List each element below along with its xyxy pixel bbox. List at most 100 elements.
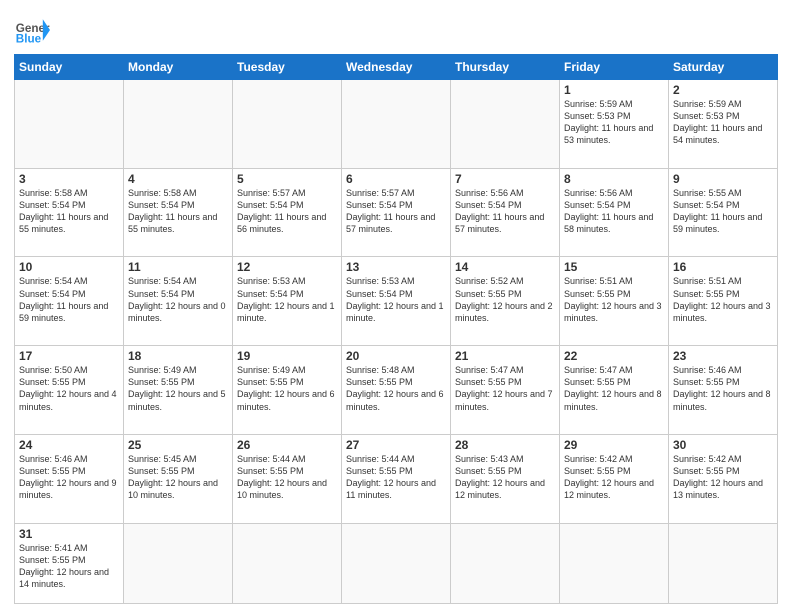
day-number: 24 [19, 438, 119, 452]
day-number: 11 [128, 260, 228, 274]
day-number: 5 [237, 172, 337, 186]
day-info: Sunrise: 5:42 AM Sunset: 5:55 PM Dayligh… [673, 453, 773, 502]
day-number: 30 [673, 438, 773, 452]
day-info: Sunrise: 5:59 AM Sunset: 5:53 PM Dayligh… [673, 98, 773, 147]
calendar-cell [451, 80, 560, 169]
calendar-cell: 10Sunrise: 5:54 AM Sunset: 5:54 PM Dayli… [15, 257, 124, 346]
calendar-cell: 20Sunrise: 5:48 AM Sunset: 5:55 PM Dayli… [342, 346, 451, 435]
day-number: 23 [673, 349, 773, 363]
calendar-cell [124, 523, 233, 603]
weekday-header: Tuesday [233, 55, 342, 80]
day-number: 16 [673, 260, 773, 274]
day-info: Sunrise: 5:48 AM Sunset: 5:55 PM Dayligh… [346, 364, 446, 413]
day-number: 22 [564, 349, 664, 363]
header: General Blue [14, 12, 778, 48]
calendar-cell: 24Sunrise: 5:46 AM Sunset: 5:55 PM Dayli… [15, 434, 124, 523]
calendar-cell: 2Sunrise: 5:59 AM Sunset: 5:53 PM Daylig… [669, 80, 778, 169]
day-number: 9 [673, 172, 773, 186]
day-number: 20 [346, 349, 446, 363]
calendar-cell [669, 523, 778, 603]
day-info: Sunrise: 5:58 AM Sunset: 5:54 PM Dayligh… [19, 187, 119, 236]
calendar-cell [560, 523, 669, 603]
calendar-cell: 23Sunrise: 5:46 AM Sunset: 5:55 PM Dayli… [669, 346, 778, 435]
day-number: 10 [19, 260, 119, 274]
calendar-cell [124, 80, 233, 169]
day-info: Sunrise: 5:57 AM Sunset: 5:54 PM Dayligh… [346, 187, 446, 236]
day-number: 2 [673, 83, 773, 97]
calendar-cell: 26Sunrise: 5:44 AM Sunset: 5:55 PM Dayli… [233, 434, 342, 523]
day-number: 15 [564, 260, 664, 274]
day-info: Sunrise: 5:49 AM Sunset: 5:55 PM Dayligh… [237, 364, 337, 413]
day-info: Sunrise: 5:44 AM Sunset: 5:55 PM Dayligh… [237, 453, 337, 502]
calendar-cell: 18Sunrise: 5:49 AM Sunset: 5:55 PM Dayli… [124, 346, 233, 435]
calendar-row: 10Sunrise: 5:54 AM Sunset: 5:54 PM Dayli… [15, 257, 778, 346]
day-info: Sunrise: 5:51 AM Sunset: 5:55 PM Dayligh… [673, 275, 773, 324]
calendar-row: 24Sunrise: 5:46 AM Sunset: 5:55 PM Dayli… [15, 434, 778, 523]
day-info: Sunrise: 5:54 AM Sunset: 5:54 PM Dayligh… [128, 275, 228, 324]
day-info: Sunrise: 5:54 AM Sunset: 5:54 PM Dayligh… [19, 275, 119, 324]
calendar-table: SundayMondayTuesdayWednesdayThursdayFrid… [14, 54, 778, 604]
day-info: Sunrise: 5:46 AM Sunset: 5:55 PM Dayligh… [19, 453, 119, 502]
logo-icon: General Blue [14, 12, 50, 48]
calendar-cell: 25Sunrise: 5:45 AM Sunset: 5:55 PM Dayli… [124, 434, 233, 523]
calendar-cell: 15Sunrise: 5:51 AM Sunset: 5:55 PM Dayli… [560, 257, 669, 346]
calendar-cell [233, 523, 342, 603]
calendar-cell [233, 80, 342, 169]
day-number: 28 [455, 438, 555, 452]
day-info: Sunrise: 5:53 AM Sunset: 5:54 PM Dayligh… [346, 275, 446, 324]
calendar-cell: 19Sunrise: 5:49 AM Sunset: 5:55 PM Dayli… [233, 346, 342, 435]
day-info: Sunrise: 5:47 AM Sunset: 5:55 PM Dayligh… [564, 364, 664, 413]
day-number: 3 [19, 172, 119, 186]
day-info: Sunrise: 5:55 AM Sunset: 5:54 PM Dayligh… [673, 187, 773, 236]
day-info: Sunrise: 5:45 AM Sunset: 5:55 PM Dayligh… [128, 453, 228, 502]
day-number: 18 [128, 349, 228, 363]
day-number: 4 [128, 172, 228, 186]
calendar-row: 17Sunrise: 5:50 AM Sunset: 5:55 PM Dayli… [15, 346, 778, 435]
day-info: Sunrise: 5:42 AM Sunset: 5:55 PM Dayligh… [564, 453, 664, 502]
weekday-header: Sunday [15, 55, 124, 80]
weekday-header: Thursday [451, 55, 560, 80]
day-number: 12 [237, 260, 337, 274]
calendar-cell: 31Sunrise: 5:41 AM Sunset: 5:55 PM Dayli… [15, 523, 124, 603]
day-number: 8 [564, 172, 664, 186]
calendar-cell: 4Sunrise: 5:58 AM Sunset: 5:54 PM Daylig… [124, 168, 233, 257]
day-number: 7 [455, 172, 555, 186]
calendar-cell [451, 523, 560, 603]
calendar-cell: 27Sunrise: 5:44 AM Sunset: 5:55 PM Dayli… [342, 434, 451, 523]
day-number: 27 [346, 438, 446, 452]
calendar-cell: 11Sunrise: 5:54 AM Sunset: 5:54 PM Dayli… [124, 257, 233, 346]
day-info: Sunrise: 5:47 AM Sunset: 5:55 PM Dayligh… [455, 364, 555, 413]
weekday-header: Saturday [669, 55, 778, 80]
calendar-cell: 16Sunrise: 5:51 AM Sunset: 5:55 PM Dayli… [669, 257, 778, 346]
day-number: 13 [346, 260, 446, 274]
calendar-cell: 8Sunrise: 5:56 AM Sunset: 5:54 PM Daylig… [560, 168, 669, 257]
day-number: 19 [237, 349, 337, 363]
calendar-cell [342, 80, 451, 169]
weekday-header: Wednesday [342, 55, 451, 80]
logo: General Blue [14, 12, 50, 48]
day-number: 26 [237, 438, 337, 452]
page: General Blue SundayMondayTuesdayWednesda… [0, 0, 792, 612]
day-info: Sunrise: 5:51 AM Sunset: 5:55 PM Dayligh… [564, 275, 664, 324]
day-info: Sunrise: 5:53 AM Sunset: 5:54 PM Dayligh… [237, 275, 337, 324]
day-info: Sunrise: 5:41 AM Sunset: 5:55 PM Dayligh… [19, 542, 119, 591]
calendar-row: 1Sunrise: 5:59 AM Sunset: 5:53 PM Daylig… [15, 80, 778, 169]
calendar-cell: 9Sunrise: 5:55 AM Sunset: 5:54 PM Daylig… [669, 168, 778, 257]
calendar-cell: 17Sunrise: 5:50 AM Sunset: 5:55 PM Dayli… [15, 346, 124, 435]
day-number: 14 [455, 260, 555, 274]
day-info: Sunrise: 5:56 AM Sunset: 5:54 PM Dayligh… [564, 187, 664, 236]
calendar-cell: 22Sunrise: 5:47 AM Sunset: 5:55 PM Dayli… [560, 346, 669, 435]
day-number: 1 [564, 83, 664, 97]
calendar-cell: 5Sunrise: 5:57 AM Sunset: 5:54 PM Daylig… [233, 168, 342, 257]
calendar-cell: 29Sunrise: 5:42 AM Sunset: 5:55 PM Dayli… [560, 434, 669, 523]
day-info: Sunrise: 5:43 AM Sunset: 5:55 PM Dayligh… [455, 453, 555, 502]
weekday-header: Friday [560, 55, 669, 80]
calendar-cell: 12Sunrise: 5:53 AM Sunset: 5:54 PM Dayli… [233, 257, 342, 346]
calendar-row: 3Sunrise: 5:58 AM Sunset: 5:54 PM Daylig… [15, 168, 778, 257]
calendar-cell: 30Sunrise: 5:42 AM Sunset: 5:55 PM Dayli… [669, 434, 778, 523]
calendar-body: 1Sunrise: 5:59 AM Sunset: 5:53 PM Daylig… [15, 80, 778, 604]
calendar-cell: 3Sunrise: 5:58 AM Sunset: 5:54 PM Daylig… [15, 168, 124, 257]
day-number: 31 [19, 527, 119, 541]
weekday-header-row: SundayMondayTuesdayWednesdayThursdayFrid… [15, 55, 778, 80]
day-info: Sunrise: 5:59 AM Sunset: 5:53 PM Dayligh… [564, 98, 664, 147]
